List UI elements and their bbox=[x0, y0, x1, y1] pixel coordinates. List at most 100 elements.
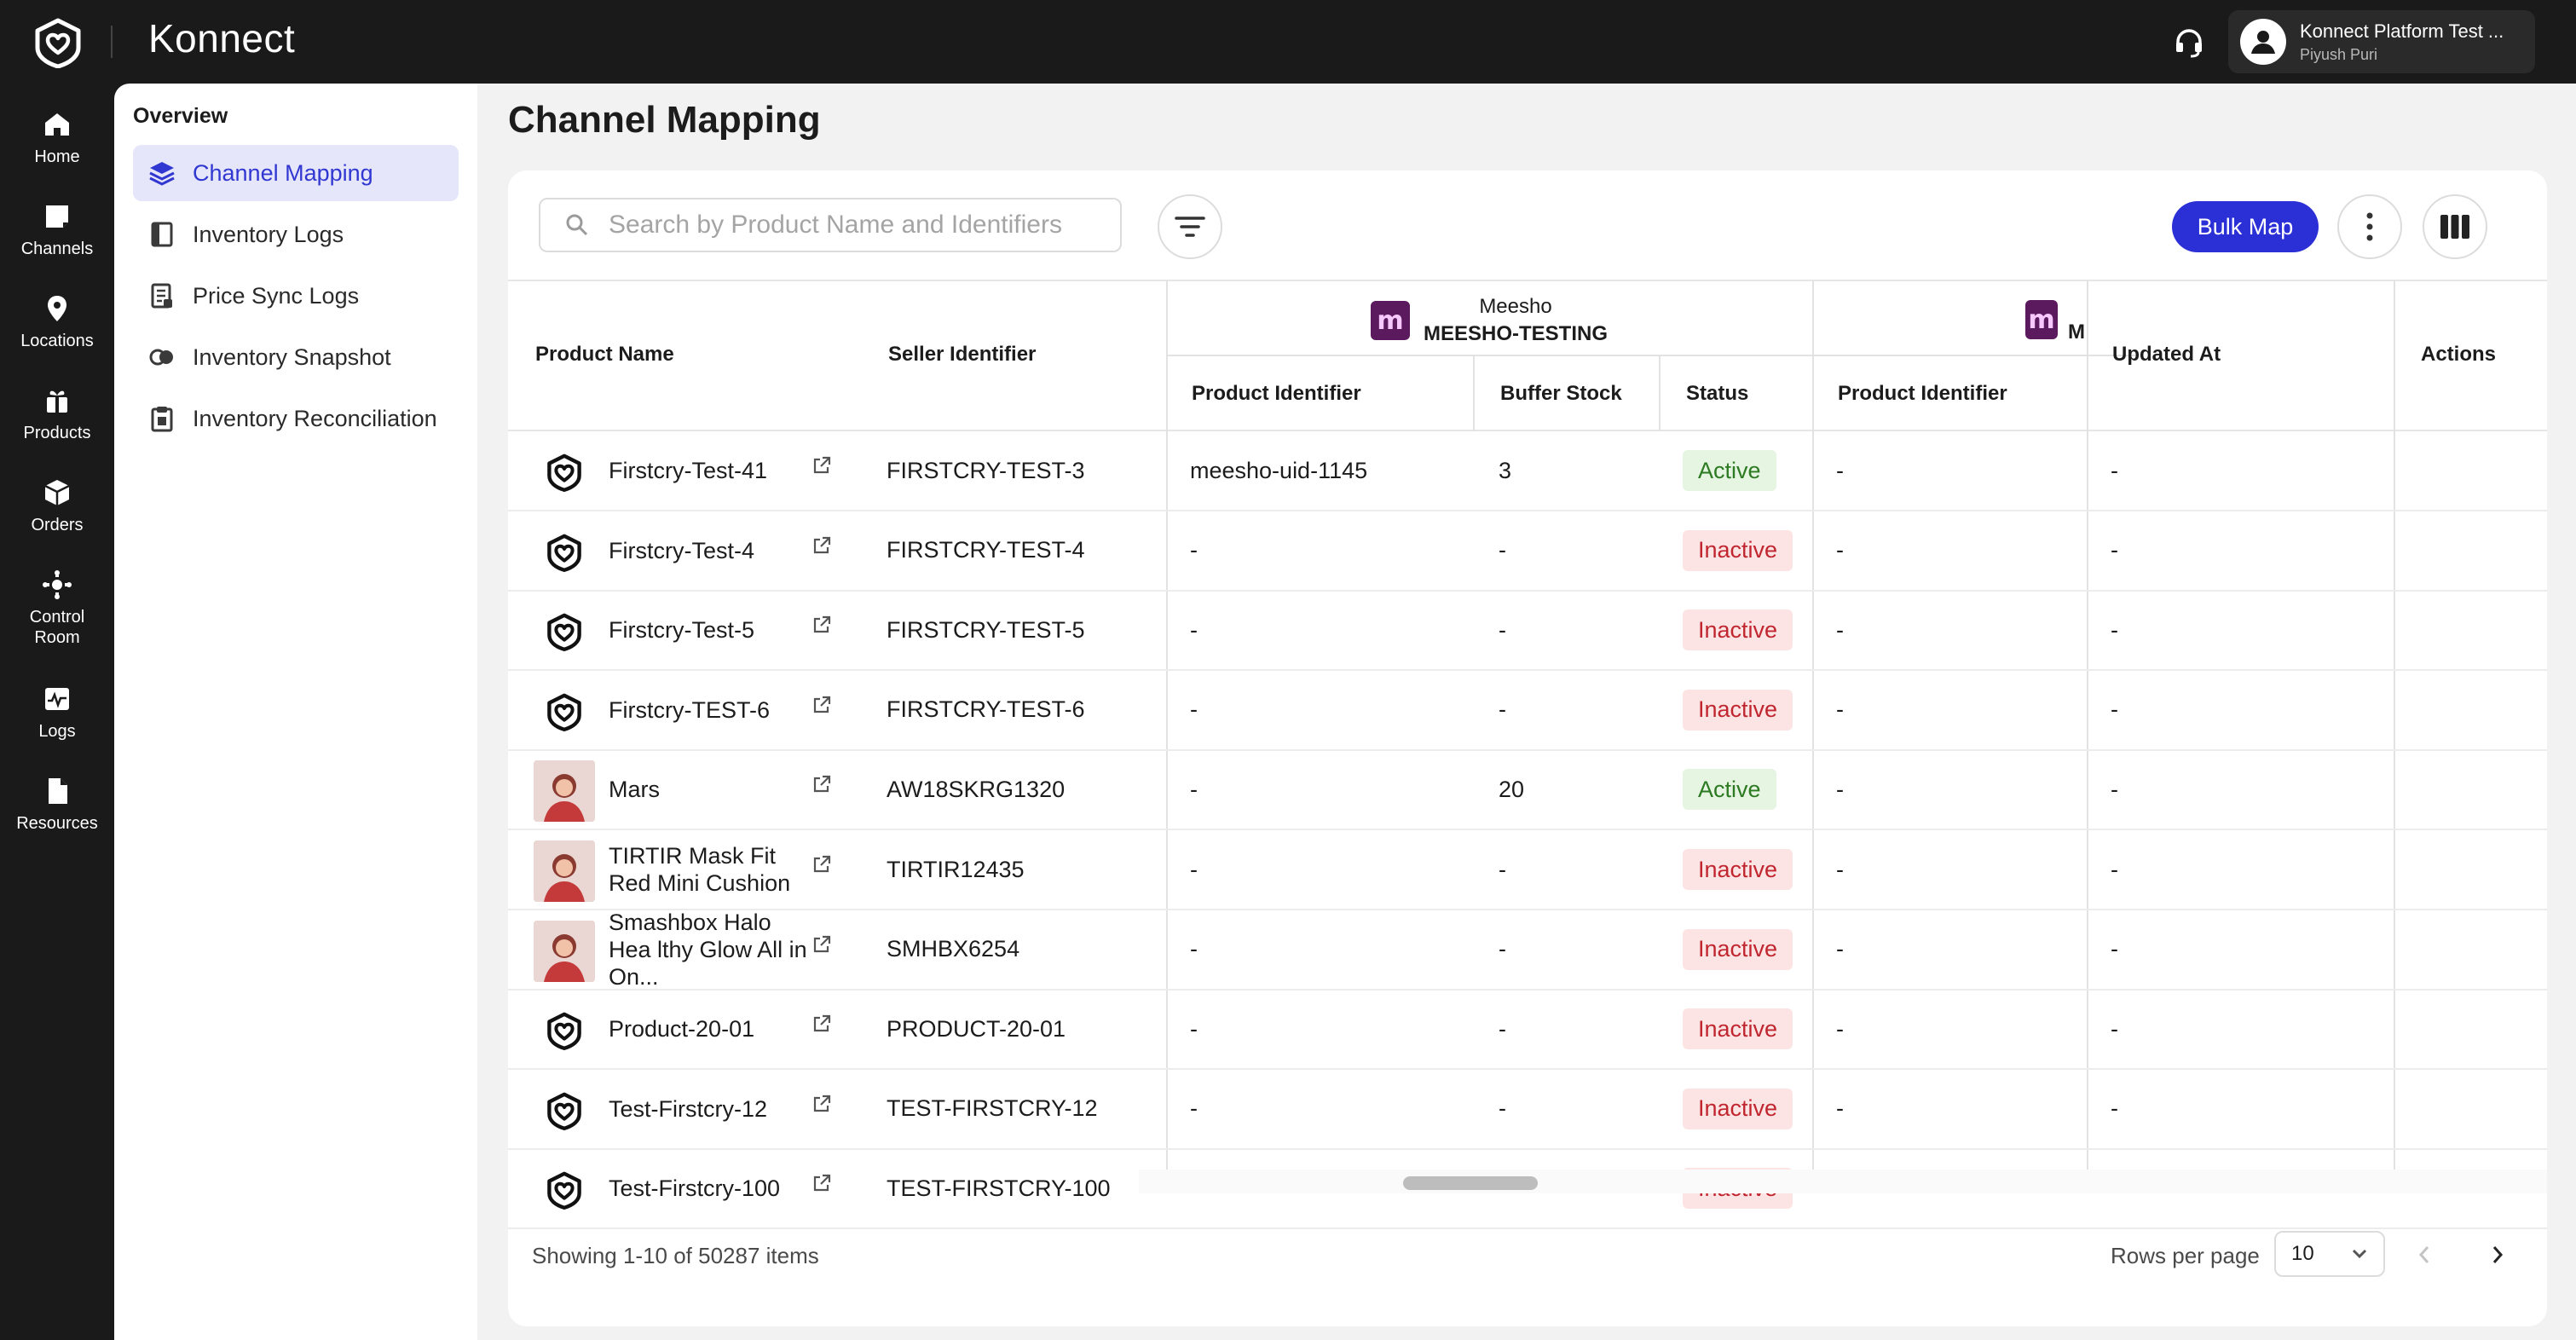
product-name-cell[interactable]: Test-Firstcry-100 bbox=[609, 1149, 811, 1227]
col-header-product-name[interactable]: Product Name bbox=[535, 343, 674, 367]
table-row[interactable]: Firstcry-Test-41 FIRSTCRY-TEST-3 meesho-ui… bbox=[508, 431, 2547, 511]
horizontal-scrollbar-thumb[interactable] bbox=[1403, 1176, 1538, 1190]
subnav-item-inventory-logs[interactable]: Inventory Logs bbox=[133, 206, 459, 263]
rail-item-orders[interactable]: Orders bbox=[0, 477, 114, 535]
columns-button[interactable] bbox=[2423, 194, 2487, 259]
product-name[interactable]: Firstcry-Test-41 bbox=[609, 457, 811, 484]
search-box[interactable] bbox=[539, 198, 1122, 252]
previous-page-button[interactable] bbox=[2407, 1238, 2441, 1272]
table-row[interactable]: Firstcry-Test-5 FIRSTCRY-TEST-5 - - Inactive… bbox=[508, 591, 2547, 672]
product-name-cell[interactable]: Product-20-01 bbox=[609, 990, 811, 1068]
external-link-icon bbox=[813, 696, 831, 713]
product-identifier: - bbox=[1190, 936, 1198, 962]
open-product-link-icon[interactable] bbox=[811, 695, 832, 719]
open-product-link-icon[interactable] bbox=[811, 1094, 832, 1118]
product-name[interactable]: Product-20-01 bbox=[609, 1015, 811, 1043]
product-name-cell[interactable]: Smashbox Halo Hea lthy Glow All in On... bbox=[609, 909, 811, 991]
table-row[interactable]: Firstcry-Test-4 FIRSTCRY-TEST-4 - - Inactive… bbox=[508, 511, 2547, 592]
open-product-link-icon[interactable] bbox=[811, 1173, 832, 1198]
table-row[interactable]: Mars AW18SKRG1320 - 20 Active - - bbox=[508, 750, 2547, 831]
book-icon bbox=[151, 222, 173, 247]
divider bbox=[1473, 356, 1475, 431]
table-row[interactable]: Test-Firstcry-12 TEST-FIRSTCRY-12 - - Inacti… bbox=[508, 1070, 2547, 1150]
rows-per-page-select[interactable]: 10 bbox=[2274, 1231, 2385, 1277]
product-name-cell[interactable]: Firstcry-Test-5 bbox=[609, 591, 811, 669]
konnect-brand-icon bbox=[547, 534, 581, 572]
account-user: Piyush Puri bbox=[2300, 45, 2378, 63]
col-header-buffer-stock[interactable]: Buffer Stock bbox=[1500, 382, 1622, 406]
status-badge: Inactive bbox=[1683, 609, 1793, 651]
col-header-product-identifier[interactable]: Product Identifier bbox=[1192, 382, 1361, 406]
col-header-product-identifier-2[interactable]: Product Identifier bbox=[1838, 382, 2007, 406]
next-page-button[interactable] bbox=[2481, 1238, 2515, 1272]
products-icon bbox=[47, 390, 67, 413]
buffer-stock: - bbox=[1499, 856, 1506, 882]
subnav-item-inventory-reconciliation[interactable]: Inventory Reconciliation bbox=[133, 390, 459, 447]
product-name-cell[interactable]: Firstcry-TEST-6 bbox=[609, 671, 811, 749]
product-name-cell[interactable]: Firstcry-Test-41 bbox=[609, 431, 811, 510]
search-input[interactable] bbox=[609, 211, 1086, 240]
rail-item-home[interactable]: Home bbox=[0, 109, 114, 167]
table-row[interactable]: Smashbox Halo Hea lthy Glow All in On...… bbox=[508, 910, 2547, 991]
more-options-button[interactable] bbox=[2337, 194, 2402, 259]
product-name[interactable]: Firstcry-Test-4 bbox=[609, 537, 811, 564]
table-row[interactable]: Product-20-01 PRODUCT-20-01 - - Inactive - - bbox=[508, 990, 2547, 1071]
table-row[interactable]: Firstcry-TEST-6 FIRSTCRY-TEST-6 - - Inactive… bbox=[508, 671, 2547, 751]
horizontal-scrollbar[interactable] bbox=[1139, 1170, 2547, 1193]
open-product-link-icon[interactable] bbox=[811, 455, 832, 480]
konnect-logo-icon[interactable] bbox=[32, 17, 84, 69]
seller-identifier: FIRSTCRY-TEST-5 bbox=[887, 616, 1085, 643]
product-name[interactable]: TIRTIR Mask Fit Red Mini Cushion bbox=[609, 842, 811, 897]
rail-item-products[interactable]: Products bbox=[0, 385, 114, 443]
clipboard-icon bbox=[151, 407, 173, 432]
updated-at: - bbox=[2111, 616, 2118, 643]
product-identifier: - bbox=[1190, 696, 1198, 723]
account-menu[interactable]: Konnect Platform Test ... Piyush Puri bbox=[2228, 10, 2535, 73]
external-link-icon bbox=[813, 1175, 831, 1192]
table-row[interactable]: TIRTIR Mask Fit Red Mini Cushion TIRTIR12… bbox=[508, 830, 2547, 910]
filter-button[interactable] bbox=[1158, 194, 1222, 259]
product-name-cell[interactable]: Firstcry-Test-4 bbox=[609, 511, 811, 590]
channel-name: Meesho bbox=[1479, 295, 1552, 318]
product-identifier-2: - bbox=[1836, 616, 1844, 643]
top-bar: Konnect Konnect Platform Test ... Piyush… bbox=[0, 0, 2576, 84]
rail-item-logs[interactable]: Logs bbox=[0, 684, 114, 742]
open-product-link-icon[interactable] bbox=[811, 934, 832, 959]
subnav-item-channel-mapping[interactable]: Channel Mapping bbox=[133, 145, 459, 201]
subnav-item-price-sync-logs[interactable]: Price Sync Logs bbox=[133, 268, 459, 324]
status-cell: Active bbox=[1683, 431, 1776, 510]
rail-item-channels[interactable]: Channels bbox=[0, 201, 114, 259]
divider bbox=[1166, 281, 1168, 431]
rail-label: Control Room bbox=[29, 608, 85, 647]
open-product-link-icon[interactable] bbox=[811, 615, 832, 639]
support-headset-icon[interactable] bbox=[2165, 20, 2213, 63]
bulk-map-button[interactable]: Bulk Map bbox=[2172, 201, 2319, 252]
subnav-item-inventory-snapshot[interactable]: Inventory Snapshot bbox=[133, 329, 459, 385]
open-product-link-icon[interactable] bbox=[811, 535, 832, 560]
konnect-brand-icon bbox=[547, 693, 581, 731]
product-name[interactable]: Firstcry-TEST-6 bbox=[609, 696, 811, 724]
product-name-cell[interactable]: Test-Firstcry-12 bbox=[609, 1070, 811, 1148]
product-name[interactable]: Firstcry-Test-5 bbox=[609, 616, 811, 644]
rail-item-locations[interactable]: Locations bbox=[0, 293, 114, 351]
rail-item-resources[interactable]: Resources bbox=[0, 776, 114, 834]
rail-label: Orders bbox=[31, 516, 84, 534]
external-link-icon bbox=[813, 536, 831, 553]
open-product-link-icon[interactable] bbox=[811, 854, 832, 879]
col-header-status[interactable]: Status bbox=[1686, 382, 1748, 406]
open-product-link-icon[interactable] bbox=[811, 774, 832, 799]
product-name[interactable]: Smashbox Halo Hea lthy Glow All in On... bbox=[609, 909, 811, 991]
subnav-label: Channel Mapping bbox=[193, 159, 373, 186]
product-name[interactable]: Test-Firstcry-12 bbox=[609, 1095, 811, 1123]
product-name-cell[interactable]: Mars bbox=[609, 750, 811, 829]
product-name-cell[interactable]: TIRTIR Mask Fit Red Mini Cushion bbox=[609, 830, 811, 909]
col-header-seller-identifier[interactable]: Seller Identifier bbox=[888, 343, 1036, 367]
product-thumbnail bbox=[534, 522, 595, 583]
brand-name[interactable]: Konnect bbox=[148, 15, 295, 61]
status-cell: Inactive bbox=[1683, 910, 1793, 989]
col-header-updated-at[interactable]: Updated At bbox=[2112, 343, 2221, 367]
product-name[interactable]: Test-Firstcry-100 bbox=[609, 1175, 811, 1202]
rail-item-control-room[interactable]: Control Room bbox=[0, 569, 114, 648]
open-product-link-icon[interactable] bbox=[811, 1014, 832, 1038]
product-name[interactable]: Mars bbox=[609, 776, 811, 803]
